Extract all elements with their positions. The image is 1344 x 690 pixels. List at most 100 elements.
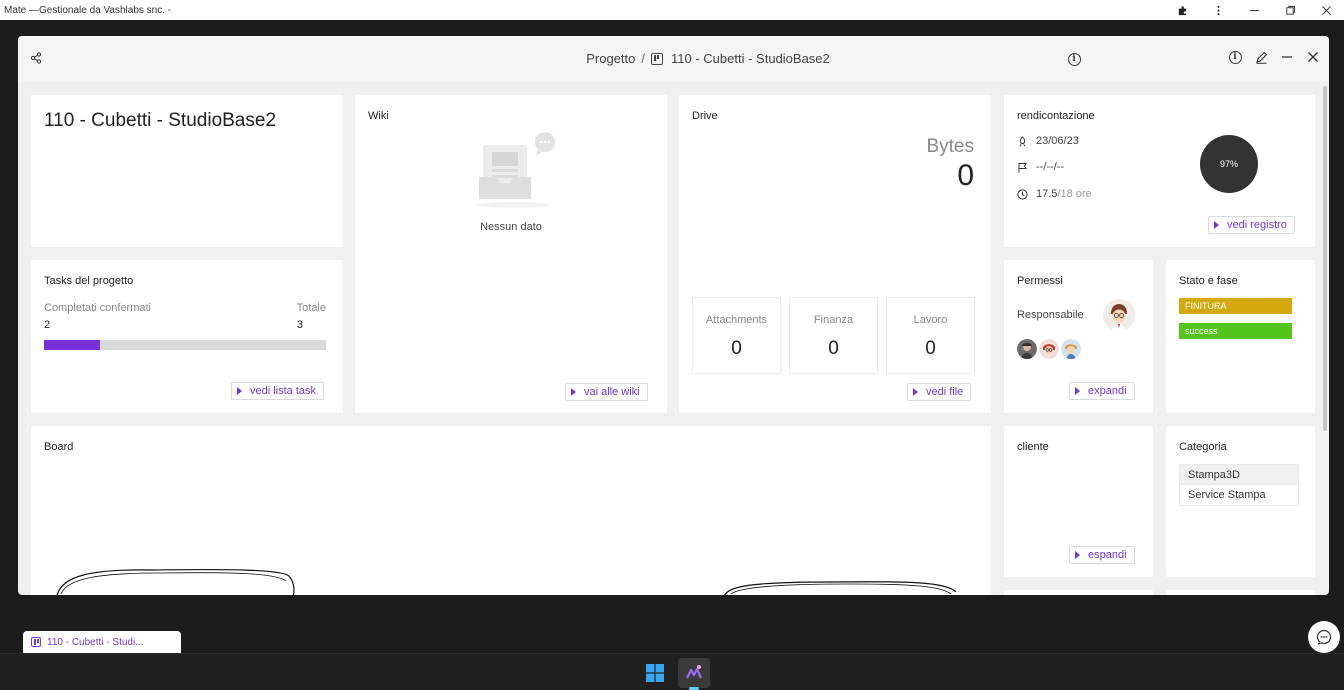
expand-permissions-label: expandi — [1088, 385, 1127, 397]
view-register-button[interactable]: vedi registro — [1208, 216, 1295, 234]
permessi-title: Permessi — [1017, 275, 1063, 287]
phase-tag: FINITURA — [1179, 298, 1292, 314]
caret-right-icon — [913, 388, 918, 396]
status-phase-card: Stato e fase FINITURA success — [1166, 260, 1315, 413]
project-modal: Progetto / 110 - Cubetti - StudioBase2 i… — [18, 36, 1329, 595]
hours-row: 17.5/18 ore — [1017, 188, 1092, 200]
minimize-icon[interactable] — [1279, 49, 1295, 65]
windows-start-icon[interactable] — [639, 658, 671, 688]
stat-value: 0 — [925, 338, 936, 359]
view-files-button[interactable]: vedi file — [907, 383, 972, 401]
view-tasks-label: vedi lista task — [250, 385, 317, 397]
rendicontazione-title: rendicontazione — [1017, 110, 1095, 122]
expand-client-label: espandi — [1088, 549, 1127, 561]
bytes-label: Bytes — [926, 136, 974, 157]
cliente-title: cliente — [1017, 441, 1049, 453]
os-taskbar — [0, 653, 1344, 690]
more-menu-icon[interactable] — [1200, 0, 1236, 20]
os-titlebar: Mate —Gestionale da Vashlabs snc. - — [0, 0, 1344, 20]
member-avatar[interactable] — [1017, 339, 1037, 359]
modal-scrollbar[interactable] — [1323, 86, 1327, 431]
total-label: Totale — [296, 302, 326, 314]
categoria-title: Categoria — [1179, 441, 1227, 453]
completed-value: 2 — [44, 319, 51, 331]
completed-label: Completati confermati — [44, 302, 151, 314]
minimized-window-tab[interactable]: 110 - Cubetti - Studi... — [23, 631, 181, 653]
chat-icon — [1316, 629, 1332, 645]
start-date: 23/06/23 — [1036, 135, 1079, 147]
details-info-icon[interactable]: i — [1227, 49, 1243, 65]
os-minimize-button[interactable] — [1236, 0, 1272, 20]
minimized-window-label: 110 - Cubetti - Studi... — [47, 636, 144, 648]
category-item[interactable]: Service Stampa — [1179, 485, 1299, 506]
board-card: Board — [31, 426, 991, 595]
breadcrumb-separator: / — [641, 51, 646, 66]
end-date: --/--/-- — [1036, 161, 1065, 173]
drive-title: Drive — [692, 110, 718, 122]
tasks-title: Tasks del progetto — [44, 275, 134, 287]
tasks-card: Tasks del progetto Completati confermati… — [31, 260, 343, 413]
empty-inbox-icon — [465, 131, 561, 211]
drive-card: Drive Bytes 0 Attachments 0 Finanza 0 La… — [679, 95, 991, 413]
next-card-peek — [1166, 590, 1315, 595]
attachments-stat: Attachments 0 — [692, 297, 781, 374]
view-register-label: vedi registro — [1227, 219, 1287, 231]
extensions-icon[interactable] — [1164, 0, 1200, 20]
start-date-row: 23/06/23 — [1017, 135, 1079, 147]
board-sketch — [56, 568, 957, 595]
project-title-card: 110 - Cubetti - StudioBase2 — [31, 95, 343, 247]
stat-label: Finanza — [813, 314, 854, 326]
close-icon[interactable] — [1305, 49, 1321, 65]
caret-right-icon — [1075, 387, 1080, 395]
modal-header-actions: i — [1227, 49, 1321, 65]
total-value: 3 — [296, 319, 303, 331]
hours-values: 17.5/18 ore — [1036, 188, 1092, 200]
view-files-label: vedi file — [926, 386, 964, 398]
board-icon — [31, 637, 41, 647]
progress-percent: 97% — [1219, 159, 1238, 169]
chat-button[interactable] — [1308, 621, 1340, 653]
member-avatar[interactable] — [1039, 339, 1059, 359]
os-restore-button[interactable] — [1272, 0, 1308, 20]
mate-app-icon[interactable] — [678, 658, 710, 690]
cliente-card: cliente espandi — [1004, 426, 1153, 577]
project-title: 110 - Cubetti - StudioBase2 — [44, 110, 277, 131]
member-avatar[interactable] — [1061, 339, 1081, 359]
expand-client-button[interactable]: espandi — [1069, 546, 1135, 564]
go-to-wiki-label: vai alle wiki — [584, 386, 640, 398]
edit-icon[interactable] — [1253, 49, 1269, 65]
stat-value: 0 — [828, 338, 839, 359]
breadcrumb-current: 110 - Cubetti - StudioBase2 — [671, 51, 830, 66]
stat-label: Attachments — [705, 314, 768, 326]
caret-right-icon — [1214, 221, 1219, 229]
end-date-row: --/--/-- — [1017, 161, 1064, 173]
rocket-icon — [1019, 135, 1026, 146]
categoria-card: Categoria Stampa3D Service Stampa — [1166, 426, 1315, 577]
responsabile-label: Responsabile — [1017, 309, 1084, 321]
next-card-peek — [1004, 590, 1153, 595]
view-tasks-button[interactable]: vedi lista task — [231, 382, 325, 400]
permessi-card: Permessi Responsabile expandi — [1004, 260, 1153, 413]
tasks-progress-fill — [44, 340, 101, 350]
flag-icon — [1018, 162, 1027, 172]
lavoro-stat: Lavoro 0 — [886, 297, 975, 374]
progress-donut: 97% — [1200, 135, 1258, 193]
caret-right-icon — [571, 388, 576, 396]
expand-permissions-button[interactable]: expandi — [1069, 382, 1135, 400]
finanza-stat: Finanza 0 — [789, 297, 878, 374]
window-title: Mate —Gestionale da Vashlabs snc. - — [4, 4, 172, 16]
hours-done: 17.5 — [1036, 188, 1058, 200]
breadcrumb-root[interactable]: Progetto — [586, 51, 635, 66]
clock-icon — [1017, 188, 1028, 200]
breadcrumb: Progetto / 110 - Cubetti - StudioBase2 — [18, 51, 1329, 66]
os-close-button[interactable] — [1308, 0, 1344, 20]
caret-right-icon — [237, 387, 242, 395]
info-icon[interactable]: i — [1066, 51, 1082, 67]
category-item[interactable]: Stampa3D — [1179, 464, 1299, 485]
status-phase-title: Stato e fase — [1179, 275, 1238, 287]
stat-value: 0 — [731, 338, 742, 359]
go-to-wiki-button[interactable]: vai alle wiki — [565, 383, 648, 401]
wiki-title: Wiki — [368, 110, 389, 122]
responsabile-avatar[interactable] — [1103, 299, 1135, 331]
stat-label: Lavoro — [913, 314, 948, 326]
